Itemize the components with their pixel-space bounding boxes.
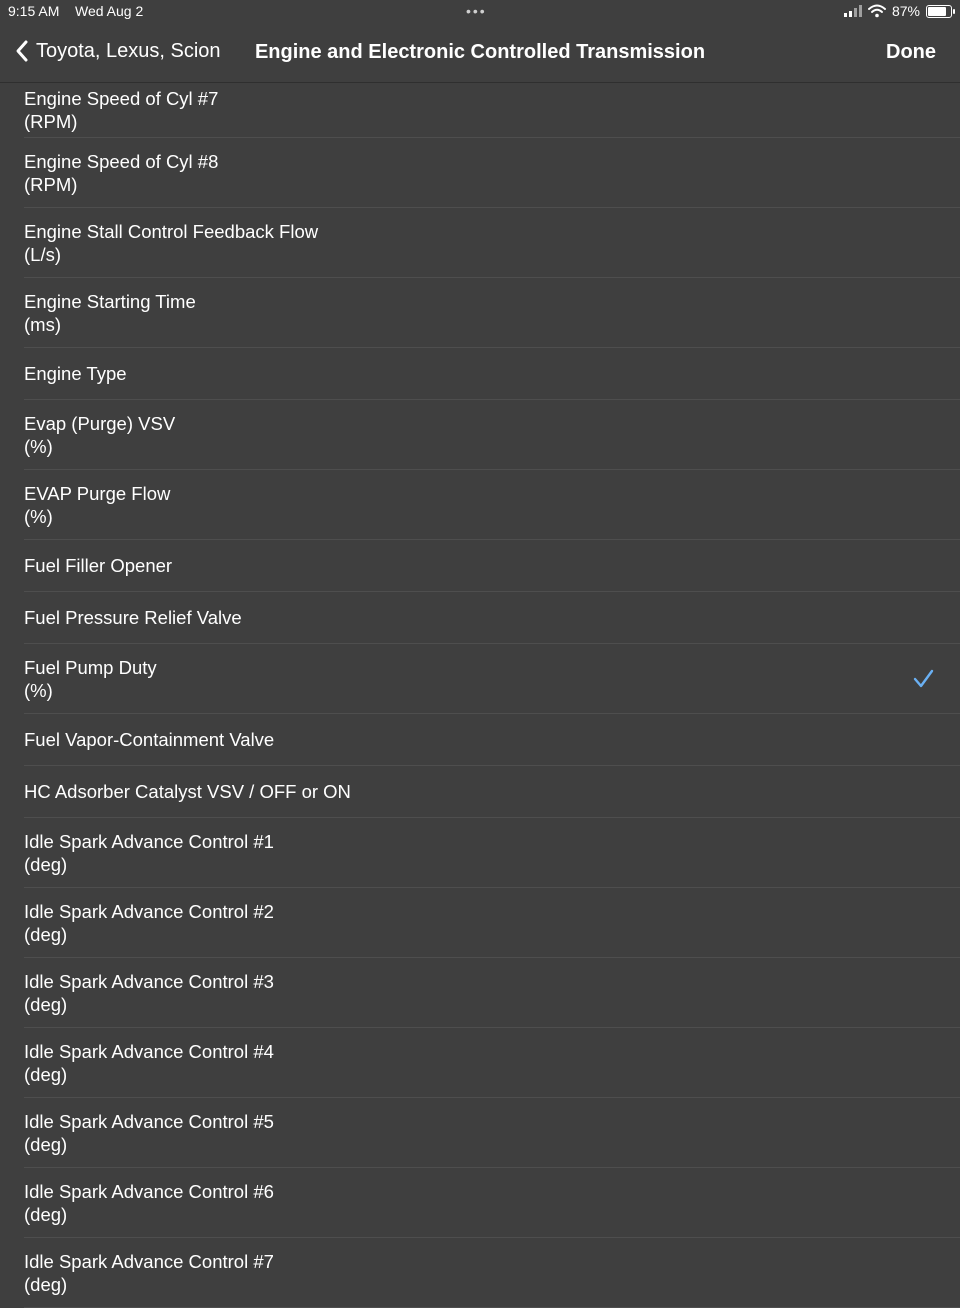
multitasking-dots-icon[interactable]: ••• bbox=[466, 3, 487, 19]
battery-percent: 87% bbox=[891, 3, 920, 19]
list-item-unit: (L/s) bbox=[24, 243, 61, 265]
checkmark-icon bbox=[913, 669, 934, 687]
list-item-label: Fuel Filler Opener bbox=[24, 555, 173, 576]
list-item[interactable]: Idle Spark Advance Control #5 (deg) bbox=[24, 1098, 960, 1168]
list-item-label: Evap (Purge) VSV bbox=[24, 412, 176, 434]
cellular-signal-icon bbox=[843, 5, 862, 17]
list-item-label: Idle Spark Advance Control #1 bbox=[24, 830, 274, 852]
list-item[interactable]: Evap (Purge) VSV (%) bbox=[24, 400, 960, 470]
list-item-unit: (%) bbox=[24, 679, 53, 701]
list-item[interactable]: Idle Spark Advance Control #7 (deg) bbox=[24, 1238, 960, 1308]
list-item[interactable]: Engine Stall Control Feedback Flow (L/s) bbox=[24, 208, 960, 278]
list-item[interactable]: Idle Spark Advance Control #2 (deg) bbox=[24, 888, 960, 958]
list-item-label: Fuel Pump Duty bbox=[24, 656, 157, 678]
list-item[interactable]: EVAP Purge Flow (%) bbox=[24, 470, 960, 540]
list-item-label: HC Adsorber Catalyst VSV / OFF or ON bbox=[24, 781, 351, 802]
list-item-unit: (deg) bbox=[24, 923, 68, 945]
list-item[interactable]: Idle Spark Advance Control #3 (deg) bbox=[24, 958, 960, 1028]
battery-fill bbox=[928, 6, 947, 16]
list-item-unit: (deg) bbox=[24, 1133, 68, 1155]
list-item-unit: (deg) bbox=[24, 1063, 68, 1085]
list-item-label: Engine Type bbox=[24, 363, 127, 384]
list-item-unit: (deg) bbox=[24, 853, 68, 875]
list-item[interactable]: Engine Type bbox=[24, 348, 960, 400]
list-item-label: Idle Spark Advance Control #4 bbox=[24, 1040, 274, 1062]
status-indicators: 87% bbox=[843, 3, 955, 19]
list-item-label: Engine Starting Time bbox=[24, 290, 196, 312]
list-item-unit: (deg) bbox=[24, 1273, 68, 1295]
list-item-label: Idle Spark Advance Control #6 bbox=[24, 1180, 274, 1202]
list-item[interactable]: Idle Spark Advance Control #1 (deg) bbox=[24, 818, 960, 888]
status-date: Wed Aug 2 bbox=[75, 3, 144, 19]
list-item-unit: (%) bbox=[24, 435, 53, 457]
done-button[interactable]: Done bbox=[886, 41, 936, 64]
list-item-label: Engine Stall Control Feedback Flow bbox=[24, 220, 319, 242]
list-item[interactable]: Idle Spark Advance Control #6 (deg) bbox=[24, 1168, 960, 1238]
list-item[interactable]: Engine Starting Time (ms) bbox=[24, 278, 960, 348]
status-bar: 9:15 AM Wed Aug 2 ••• 87% bbox=[0, 0, 960, 24]
navigation-bar: Toyota, Lexus, Scion Engine and Electron… bbox=[0, 24, 960, 83]
list-item[interactable]: Fuel Filler Opener bbox=[24, 540, 960, 592]
parameter-list: Engine Speed of Cyl #7 (RPM) Engine Speed … bbox=[0, 82, 960, 1308]
page-title: Engine and Electronic Controlled Transmi… bbox=[254, 41, 706, 63]
list-item[interactable]: Fuel Pump Duty (%) bbox=[24, 644, 960, 714]
list-item-label: Idle Spark Advance Control #3 bbox=[24, 970, 274, 992]
list-item-label: Idle Spark Advance Control #5 bbox=[24, 1110, 274, 1132]
list-item-label: Idle Spark Advance Control #2 bbox=[24, 900, 274, 922]
battery-icon bbox=[926, 4, 955, 18]
list-item-unit: (ms) bbox=[24, 313, 61, 335]
list-item-label: Idle Spark Advance Control #7 bbox=[24, 1250, 274, 1272]
list-item-label: EVAP Purge Flow bbox=[24, 482, 171, 504]
list-item[interactable]: Engine Speed of Cyl #8 (RPM) bbox=[24, 138, 960, 208]
wifi-icon bbox=[867, 4, 886, 18]
list-item-label: Fuel Pressure Relief Valve bbox=[24, 607, 242, 628]
list-item[interactable]: Engine Speed of Cyl #7 (RPM) bbox=[24, 82, 960, 138]
list-item[interactable]: Idle Spark Advance Control #4 (deg) bbox=[24, 1028, 960, 1098]
list-item-label: Engine Speed of Cyl #8 bbox=[24, 150, 219, 172]
list-item-unit: (RPM) bbox=[24, 110, 78, 132]
list-item[interactable]: HC Adsorber Catalyst VSV / OFF or ON bbox=[24, 766, 960, 818]
list-item[interactable]: Fuel Pressure Relief Valve bbox=[24, 592, 960, 644]
list-item-label: Fuel Vapor-Containment Valve bbox=[24, 729, 275, 750]
list-item-label: Engine Speed of Cyl #7 bbox=[24, 87, 219, 109]
list-item-unit: (RPM) bbox=[24, 173, 78, 195]
list-item-unit: (deg) bbox=[24, 993, 68, 1015]
status-time: 9:15 AM bbox=[8, 3, 60, 19]
list-item-unit: (deg) bbox=[24, 1203, 68, 1225]
list-item-unit: (%) bbox=[24, 505, 53, 527]
list-item[interactable]: Fuel Vapor-Containment Valve bbox=[24, 714, 960, 766]
